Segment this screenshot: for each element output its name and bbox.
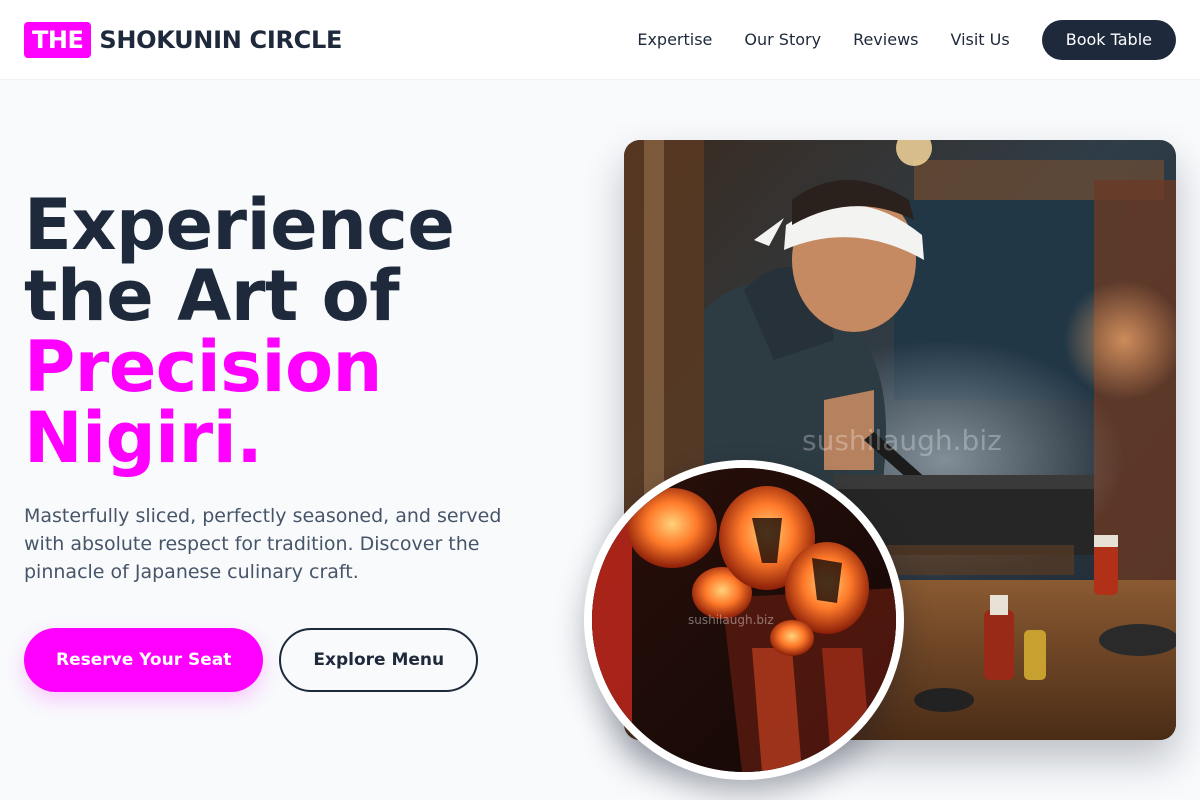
nav-link-our-story[interactable]: Our Story <box>744 30 821 49</box>
top-navbar: THE SHOKUNIN CIRCLE Expertise Our Story … <box>0 0 1200 80</box>
nav-link-visit-us[interactable]: Visit Us <box>950 30 1009 49</box>
explore-menu-button[interactable]: Explore Menu <box>279 628 479 692</box>
photo-watermark: sushilaugh.biz <box>802 424 1002 457</box>
headline-line-2: the Art of <box>24 255 400 337</box>
book-table-button[interactable]: Book Table <box>1041 19 1176 60</box>
hero-cta-group: Reserve Your Seat Explore Menu <box>24 628 584 692</box>
hero-section: Experience the Art of Precision Nigiri. … <box>24 190 584 692</box>
lanterns-photo: sushilaugh.biz <box>584 460 904 780</box>
headline-accent-1: Precision <box>24 326 382 408</box>
headline-accent-2: Nigiri. <box>24 397 263 479</box>
logo-badge: THE <box>24 21 92 58</box>
hero-subtext: Masterfully sliced, perfectly seasoned, … <box>24 505 502 583</box>
nav-link-expertise[interactable]: Expertise <box>637 30 712 49</box>
logo-text: SHOKUNIN CIRCLE <box>99 25 343 54</box>
hero-headline: Experience the Art of Precision Nigiri. <box>24 190 584 474</box>
reserve-seat-button[interactable]: Reserve Your Seat <box>24 628 264 692</box>
nav-link-reviews[interactable]: Reviews <box>853 30 918 49</box>
headline-line-1: Experience <box>24 184 455 266</box>
main-nav: Expertise Our Story Reviews Visit Us Boo… <box>637 19 1176 60</box>
brand-logo[interactable]: THE SHOKUNIN CIRCLE <box>24 21 343 58</box>
inset-watermark: sushilaugh.biz <box>688 613 774 627</box>
